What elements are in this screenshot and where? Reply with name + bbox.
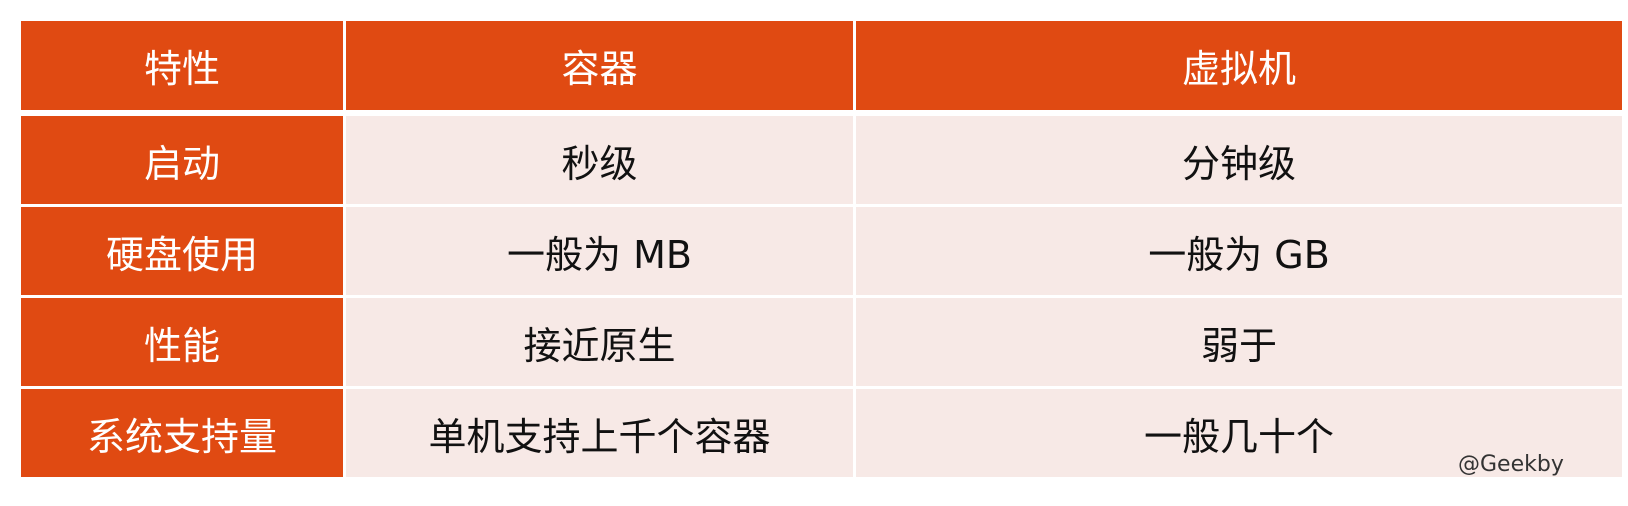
table-row: 性能 接近原生 弱于 (18, 295, 1625, 389)
table-row: 启动 秒级 分钟级 (18, 111, 1625, 207)
row-feature-cell: 系统支持量 (18, 386, 346, 480)
comparison-table-container: 特性 容器 虚拟机 启动 秒级 分钟级 硬盘使用 一般为 MB 一般为 GB 性… (18, 18, 1625, 480)
header-feature: 特性 (18, 18, 346, 115)
watermark: @Geekby (1458, 452, 1564, 477)
row-container-cell: 接近原生 (343, 295, 856, 389)
row-feature-cell: 性能 (18, 295, 346, 389)
header-vm: 虚拟机 (853, 18, 1625, 115)
row-feature-cell: 硬盘使用 (18, 204, 346, 298)
row-container-cell: 一般为 MB (343, 204, 856, 298)
row-vm-cell: 分钟级 (853, 111, 1625, 207)
table-row: 系统支持量 单机支持上千个容器 一般几十个 (18, 386, 1625, 480)
container-vs-vm-table: 特性 容器 虚拟机 启动 秒级 分钟级 硬盘使用 一般为 MB 一般为 GB 性… (18, 18, 1625, 480)
row-container-cell: 秒级 (343, 111, 856, 207)
row-container-cell: 单机支持上千个容器 (343, 386, 856, 480)
row-feature-cell: 启动 (18, 111, 346, 207)
table-row: 硬盘使用 一般为 MB 一般为 GB (18, 204, 1625, 298)
row-vm-cell: 一般为 GB (853, 204, 1625, 298)
row-vm-cell: 弱于 (853, 295, 1625, 389)
header-container: 容器 (343, 18, 856, 115)
header-row: 特性 容器 虚拟机 (18, 18, 1625, 115)
